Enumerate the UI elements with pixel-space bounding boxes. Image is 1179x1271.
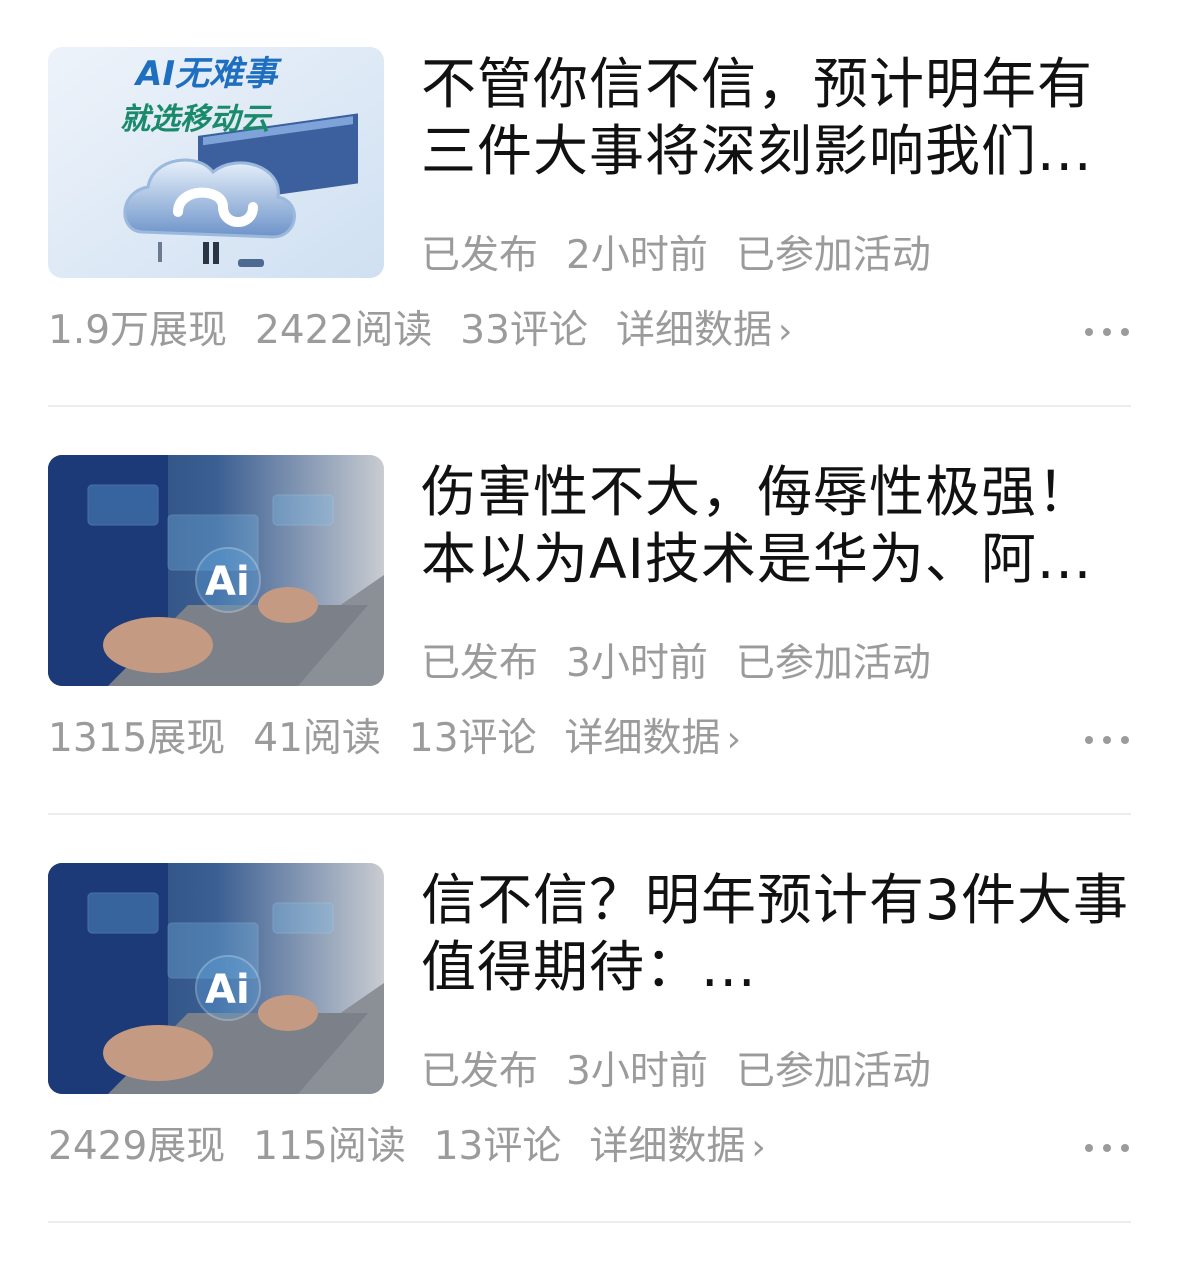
status-label: 已发布	[421, 1049, 539, 1094]
article-card[interactable]: Ai 伤害性不大，侮辱性极强！本以为AI技术是华为、阿... 已发布 3小时前 已参…	[48, 455, 1131, 863]
article-stats: 2429展现 115阅读 13评论 详细数据 ›	[48, 1122, 794, 1173]
article-meta: 已发布 3小时前 已参加活动	[421, 639, 959, 689]
comments-count: 33评论	[460, 308, 588, 353]
thumb-ai-text: Ai	[205, 967, 250, 1013]
publish-time: 3小时前	[566, 641, 708, 686]
publish-time: 3小时前	[566, 1049, 708, 1094]
article-card[interactable]: AI无难事 就选移动云 不管你信不信，预计明年有三件大事将深刻影响我们... 已…	[48, 47, 1131, 455]
detail-data-link[interactable]: 详细数据 ›	[565, 716, 769, 761]
more-dot-icon	[1103, 1144, 1111, 1152]
reads-count: 41阅读	[253, 716, 381, 761]
chevron-right-icon: ›	[751, 1127, 766, 1168]
thumb-ai-text: Ai	[205, 559, 250, 605]
more-options-button[interactable]	[1085, 725, 1129, 755]
more-options-button[interactable]	[1085, 1133, 1129, 1163]
article-thumbnail[interactable]: AI无难事 就选移动云	[48, 47, 384, 278]
ai-laptop-image: Ai	[48, 455, 384, 686]
comments-count: 13评论	[433, 1124, 562, 1169]
activity-label: 已参加活动	[735, 641, 931, 686]
more-dot-icon	[1121, 1144, 1129, 1152]
detail-data-link[interactable]: 详细数据 ›	[616, 308, 820, 353]
divider	[48, 405, 1131, 407]
divider	[48, 813, 1131, 815]
article-stats: 1.9万展现 2422阅读 33评论 详细数据 ›	[48, 306, 820, 357]
more-dot-icon	[1085, 1144, 1093, 1152]
chevron-right-icon: ›	[777, 311, 793, 352]
more-dot-icon	[1103, 736, 1111, 744]
impressions-count: 1.9万展现	[48, 308, 228, 353]
status-label: 已发布	[421, 233, 539, 278]
article-title[interactable]: 不管你信不信，预计明年有三件大事将深刻影响我们...	[421, 51, 1131, 185]
more-options-button[interactable]	[1085, 317, 1129, 347]
more-dot-icon	[1121, 736, 1129, 744]
activity-label: 已参加活动	[735, 1049, 931, 1094]
activity-label: 已参加活动	[735, 233, 931, 278]
divider	[48, 1221, 1131, 1223]
article-meta: 已发布 3小时前 已参加活动	[421, 1047, 959, 1097]
detail-data-label: 详细数据	[589, 1124, 746, 1169]
detail-data-label: 详细数据	[564, 716, 721, 761]
detail-data-link[interactable]: 详细数据 ›	[589, 1124, 793, 1169]
reads-count: 2422阅读	[255, 308, 433, 353]
article-card[interactable]: Ai 信不信？明年预计有3件大事值得期待：... 已发布 3小时前 已参加活动 24…	[48, 863, 1131, 1271]
publish-time: 2小时前	[566, 233, 708, 278]
article-thumbnail[interactable]: Ai	[48, 455, 384, 686]
more-dot-icon	[1085, 736, 1093, 744]
article-meta: 已发布 2小时前 已参加活动	[421, 231, 959, 281]
article-title[interactable]: 信不信？明年预计有3件大事值得期待：...	[421, 867, 1131, 1001]
more-dot-icon	[1103, 328, 1111, 336]
impressions-count: 1315展现	[48, 716, 226, 761]
ai-laptop-image: Ai	[48, 863, 384, 1094]
status-label: 已发布	[421, 641, 539, 686]
comments-count: 13评论	[408, 716, 537, 761]
more-dot-icon	[1121, 328, 1129, 336]
more-dot-icon	[1085, 328, 1093, 336]
article-stats: 1315展现 41阅读 13评论 详细数据 ›	[48, 714, 769, 765]
thumb-text-line1: AI无难事	[133, 54, 282, 94]
chevron-right-icon: ›	[726, 719, 741, 760]
article-thumbnail[interactable]: Ai	[48, 863, 384, 1094]
impressions-count: 2429展现	[48, 1124, 226, 1169]
article-title[interactable]: 伤害性不大，侮辱性极强！本以为AI技术是华为、阿...	[421, 459, 1131, 593]
thumb-text-line2: 就选移动云	[120, 102, 273, 137]
cloud-promo-image: AI无难事 就选移动云	[48, 47, 384, 278]
reads-count: 115阅读	[253, 1124, 406, 1169]
detail-data-label: 详细数据	[615, 308, 772, 353]
